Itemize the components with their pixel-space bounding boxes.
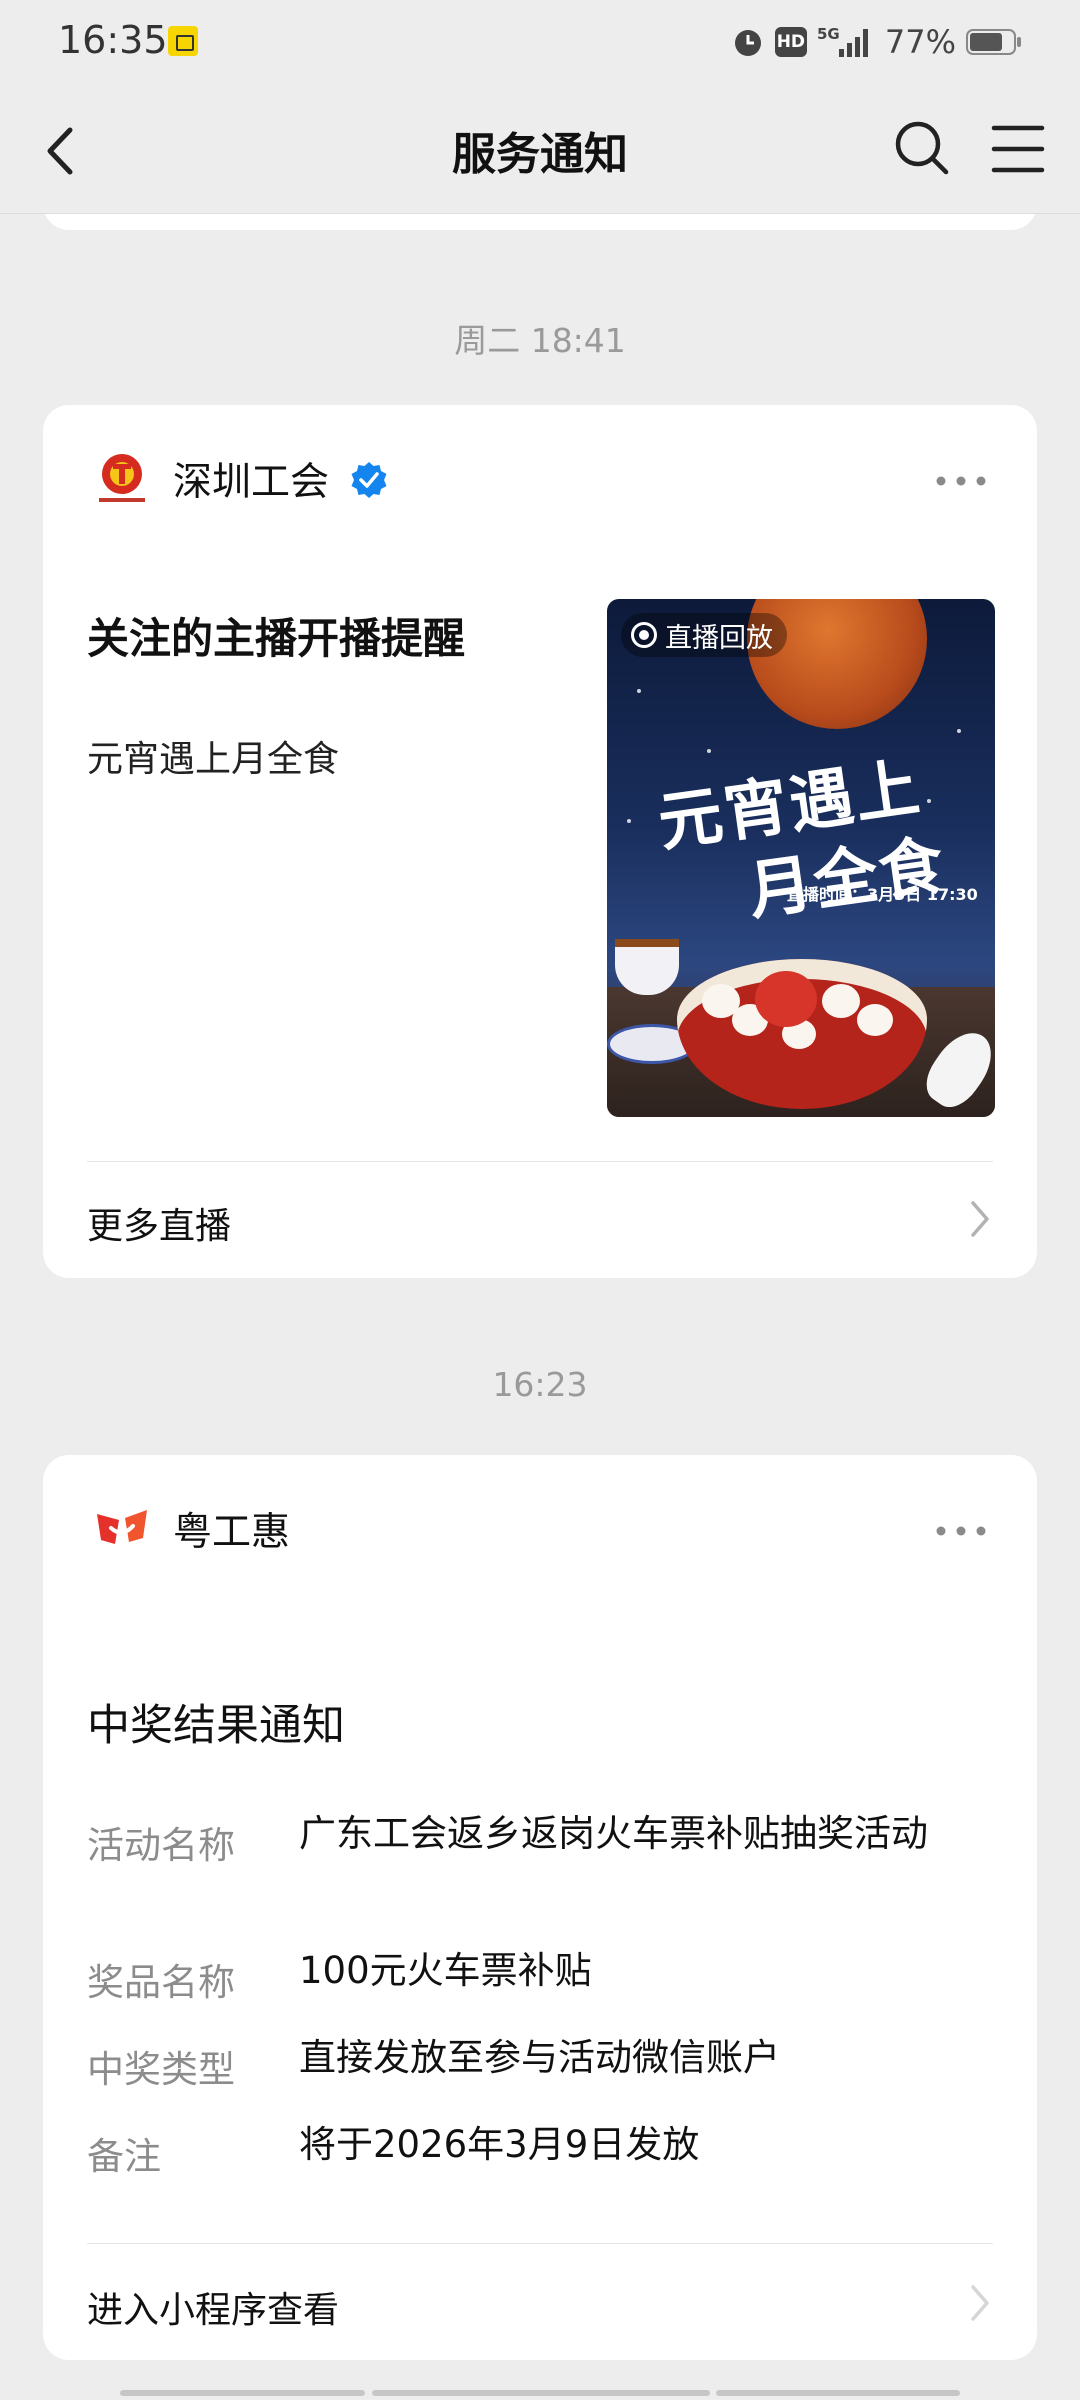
home-indicator	[372, 2390, 710, 2396]
notification-card-live[interactable]: 深圳工会 关注的主播开播提醒 元宵遇上月全食 直播回放 元宵遇上 月全食 直播时…	[43, 405, 1037, 1278]
verified-badge-icon	[351, 462, 387, 498]
menu-icon[interactable]	[990, 122, 1046, 176]
card-header: 深圳工会	[43, 405, 1037, 555]
more-live-link[interactable]: 更多直播	[87, 1197, 231, 1249]
field-value-activity-name: 广东工会返乡返岗火车票补贴抽奖活动	[299, 1812, 928, 1855]
card-header: 粤工惠	[43, 1455, 1037, 1605]
home-indicator	[120, 2390, 365, 2396]
message-timestamp: 周二 18:41	[454, 321, 626, 360]
trade-union-logo-icon[interactable]	[93, 450, 151, 508]
more-options-icon[interactable]	[935, 475, 987, 487]
replay-badge: 直播回放	[621, 613, 787, 657]
nav-bar: 服务通知	[0, 86, 1080, 214]
yuegonghui-logo-icon[interactable]	[93, 1500, 151, 1558]
status-bar: 16:35 HD 5G 77%	[0, 0, 1080, 86]
field-label-prize-type: 中奖类型	[87, 2048, 235, 2091]
hd-icon: HD	[774, 27, 807, 57]
field-label-remark: 备注	[87, 2135, 161, 2178]
open-miniprogram-link[interactable]: 进入小程序查看	[87, 2281, 339, 2333]
thumbnail-airtime: 直播时间：3月3日 17:30	[787, 885, 978, 904]
tea-cup-image	[615, 939, 679, 995]
search-icon[interactable]	[892, 118, 952, 178]
field-label-activity-name: 活动名称	[87, 1824, 235, 1867]
message-title: 关注的主播开播提醒	[87, 614, 466, 663]
network-type: 5G	[817, 25, 840, 43]
live-replay-thumbnail[interactable]: 直播回放 元宵遇上 月全食 直播时间：3月3日 17:30	[607, 599, 995, 1117]
more-options-icon[interactable]	[935, 1525, 987, 1537]
card-divider	[87, 2243, 993, 2244]
message-subtitle: 元宵遇上月全食	[87, 739, 340, 780]
red-tangyuan-image	[755, 971, 817, 1027]
notification-card-prize[interactable]: 粤工惠 中奖结果通知 活动名称 广东工会返乡返岗火车票补贴抽奖活动 奖品名称 1…	[43, 1455, 1037, 2360]
app-notification-icon	[168, 26, 198, 56]
message-title: 中奖结果通知	[87, 1701, 345, 1751]
status-icons: HD 5G 77%	[731, 20, 1022, 64]
signal-icon: 5G	[817, 25, 868, 57]
field-value-remark: 将于2026年3月9日发放	[299, 2123, 700, 2166]
chevron-right-icon[interactable]	[967, 2283, 993, 2323]
replay-badge-label: 直播回放	[665, 622, 773, 654]
battery-percent: 77%	[884, 23, 956, 61]
alarm-icon	[734, 30, 761, 56]
card-divider	[87, 1161, 993, 1162]
field-label-prize-name: 奖品名称	[87, 1961, 235, 2004]
field-value-prize-type: 直接发放至参与活动微信账户	[299, 2036, 780, 2079]
status-time: 16:35	[58, 18, 168, 62]
field-value-prize-name: 100元火车票补贴	[299, 1949, 592, 1992]
source-name[interactable]: 深圳工会	[173, 451, 329, 507]
battery-icon	[966, 29, 1021, 55]
source-name[interactable]: 粤工惠	[173, 1501, 290, 1557]
chevron-right-icon[interactable]	[967, 1199, 993, 1239]
live-dot-icon	[631, 622, 657, 648]
home-indicator	[716, 2390, 960, 2396]
message-timestamp: 16:23	[492, 1365, 588, 1404]
